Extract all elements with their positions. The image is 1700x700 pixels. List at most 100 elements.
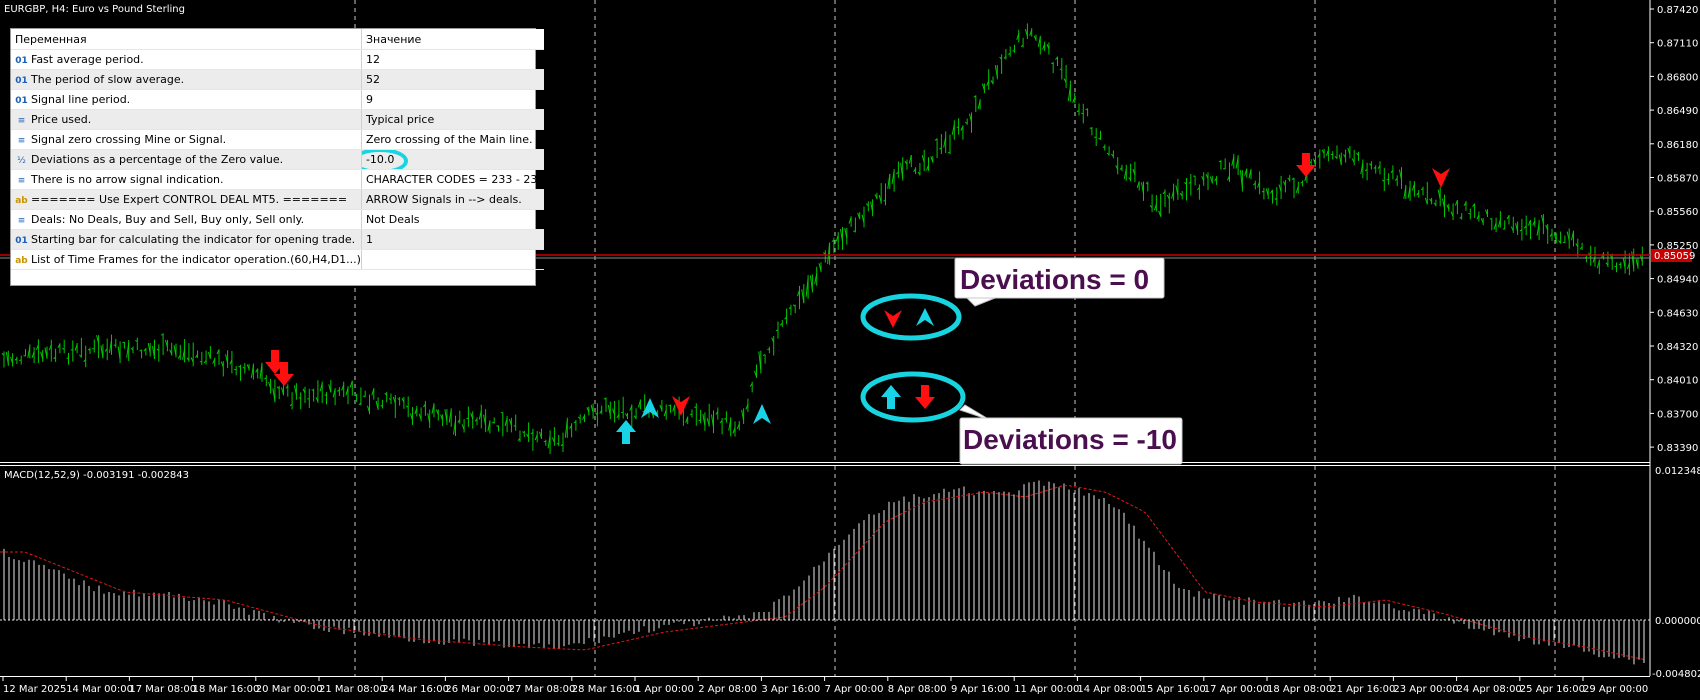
param-value-text: ARROW Signals in --> deals. xyxy=(365,193,522,206)
param-label: The period of slow average. xyxy=(31,73,185,86)
param-row[interactable]: 01 Fast average period. 12 xyxy=(11,49,545,70)
time-axis-label: 27 Mar 08:00 xyxy=(509,684,576,695)
param-value[interactable]: -10.0 xyxy=(361,149,545,170)
param-value[interactable]: CHARACTER CODES = 233 - 234 xyxy=(361,169,545,190)
time-axis-label: 28 Mar 16:00 xyxy=(572,684,639,695)
price-axis-label: 0.86490 xyxy=(1657,106,1698,117)
param-name: 01 Fast average period. xyxy=(11,49,362,70)
param-row[interactable]: 01 Starting bar for calculating the indic… xyxy=(11,229,545,250)
time-axis-label: 1 Apr 00:00 xyxy=(635,684,694,695)
param-row[interactable]: ≡ Signal zero crossing Mine or Signal. Zer… xyxy=(11,129,545,150)
price-bar-tick xyxy=(1081,112,1084,115)
time-axis-label: 2 Apr 08:00 xyxy=(698,684,757,695)
param-value-text: 12 xyxy=(365,53,380,66)
price-axis-label: 0.86180 xyxy=(1657,140,1698,151)
price-bar-tick xyxy=(1102,146,1105,148)
param-row[interactable]: ab List of Time Frames for the indicator … xyxy=(11,249,545,270)
macd-axis: 0.012348 0.000000 -0.004802 xyxy=(1652,466,1700,680)
price-bar-tick xyxy=(234,368,237,371)
time-axis-label: 26 Mar 00:00 xyxy=(445,684,512,695)
price-axis-label: 0.87420 xyxy=(1657,5,1698,16)
macd-subwindow[interactable] xyxy=(0,466,1650,676)
time-axis-label: 21 Mar 08:00 xyxy=(319,684,386,695)
param-value-text: Zero crossing of the Main line. xyxy=(365,133,533,146)
param-value[interactable]: 12 xyxy=(361,49,545,70)
macd-axis-label: 0.012348 xyxy=(1655,466,1700,477)
price-bar-tick xyxy=(698,419,701,422)
time-axis-label: 24 Apr 08:00 xyxy=(1457,684,1522,695)
price-bar-tick xyxy=(311,389,314,391)
param-type-icon: 01 xyxy=(15,236,28,246)
price-bar-tick xyxy=(492,421,495,424)
column-header-variable: Переменная xyxy=(11,29,362,50)
param-row[interactable]: ab ======= Use Expert CONTROL DEAL MT5. =… xyxy=(11,189,545,210)
param-type-icon: 01 xyxy=(15,96,28,106)
price-bar-tick xyxy=(668,404,671,407)
param-label: Deviations as a percentage of the Zero v… xyxy=(31,153,284,166)
param-row[interactable]: ½ Deviations as a percentage of the Zero … xyxy=(11,149,545,170)
param-row[interactable]: 01 The period of slow average. 52 xyxy=(11,69,545,90)
param-label: Starting bar for calculating the indicat… xyxy=(31,233,356,246)
time-axis-label: 14 Apr 08:00 xyxy=(1077,684,1142,695)
param-value[interactable]: 52 xyxy=(361,69,545,90)
time-axis-label: 18 Apr 08:00 xyxy=(1267,684,1332,695)
column-header-value: Значение xyxy=(361,29,545,50)
macd-title: MACD(12,52,9) -0.003191 -0.002843 xyxy=(4,470,189,481)
time-axis-label: 9 Apr 16:00 xyxy=(951,684,1010,695)
param-row[interactable]: ≡ Price used. Typical price xyxy=(11,109,545,130)
price-bar-tick xyxy=(66,357,69,360)
param-row[interactable]: 01 Signal line period. 9 xyxy=(11,89,545,110)
time-axis-label: 20 Mar 00:00 xyxy=(256,684,323,695)
price-bar-tick xyxy=(1051,62,1054,65)
price-bar-tick xyxy=(947,151,951,154)
callout-label: Deviations = -10 xyxy=(963,424,1177,455)
param-label: There is no arrow signal indication. xyxy=(31,173,224,186)
param-value[interactable]: Zero crossing of the Main line. xyxy=(361,129,545,150)
price-axis-label: 0.85560 xyxy=(1657,207,1698,218)
indicator-parameters-table[interactable]: Переменная Значение 01 Fast average perio… xyxy=(10,28,545,286)
param-type-icon: ½ xyxy=(17,156,26,166)
param-type-icon: ≡ xyxy=(17,216,26,226)
price-axis-label: 0.85870 xyxy=(1657,174,1698,185)
param-label: Fast average period. xyxy=(31,53,144,66)
param-name: 01 The period of slow average. xyxy=(11,69,362,90)
price-bar-tick xyxy=(973,95,976,98)
param-label: Signal line period. xyxy=(31,93,131,106)
param-value-text: Not Deals xyxy=(365,213,420,226)
param-name: ½ Deviations as a percentage of the Zero … xyxy=(11,149,362,170)
param-name: 01 Signal line period. xyxy=(11,89,362,110)
time-axis-label: 21 Apr 16:00 xyxy=(1330,684,1395,695)
param-row[interactable]: ≡ There is no arrow signal indication. CHA… xyxy=(11,169,545,190)
param-label: List of Time Frames for the indicator op… xyxy=(31,253,361,266)
highlight-ring xyxy=(361,149,408,169)
param-value-text: Typical price xyxy=(365,113,435,126)
time-axis-label: 8 Apr 08:00 xyxy=(888,684,947,695)
param-value[interactable]: ARROW Signals in --> deals. xyxy=(361,189,545,210)
param-value[interactable] xyxy=(361,249,545,270)
time-axis-label: 12 Mar 2025 xyxy=(3,684,66,695)
param-type-icon: ≡ xyxy=(17,176,26,186)
param-value[interactable]: 9 xyxy=(361,89,545,110)
param-value[interactable]: 1 xyxy=(361,229,545,250)
price-bar-tick xyxy=(1468,212,1471,215)
price-axis-label: 0.83390 xyxy=(1657,443,1698,454)
param-name: 01 Starting bar for calculating the indic… xyxy=(11,229,362,250)
price-bar-tick xyxy=(1330,153,1333,156)
table-header-row: Переменная Значение xyxy=(11,29,545,50)
time-axis: 12 Mar 2025 14 Mar 00:0017 Mar 08:0018 Ma… xyxy=(2,676,1648,695)
current-price-label: 0.85059 xyxy=(1654,251,1695,262)
param-value[interactable]: Not Deals xyxy=(361,209,545,230)
param-value-text: 1 xyxy=(365,233,373,246)
param-row[interactable]: ≡ Deals: No Deals, Buy and Sell, Buy only… xyxy=(11,209,545,230)
price-axis-label: 0.87110 xyxy=(1657,39,1698,50)
param-name: ≡ Deals: No Deals, Buy and Sell, Buy only… xyxy=(11,209,362,230)
price-axis-label: 0.84320 xyxy=(1657,342,1698,353)
price-axis-label: 0.84010 xyxy=(1657,376,1698,387)
param-value[interactable]: Typical price xyxy=(361,109,545,130)
time-axis-label: 11 Apr 00:00 xyxy=(1014,684,1079,695)
param-value-text: 52 xyxy=(365,73,380,86)
price-bar-tick xyxy=(689,413,693,416)
param-name: ≡ There is no arrow signal indication. xyxy=(11,169,362,190)
time-axis-label: 29 Apr 00:00 xyxy=(1583,684,1648,695)
param-label: Price used. xyxy=(31,113,92,126)
